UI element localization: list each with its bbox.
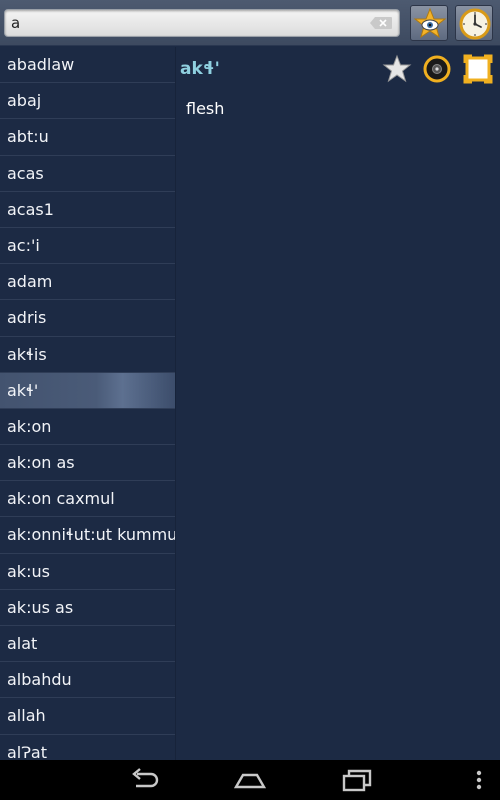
system-nav-bar: [0, 760, 500, 800]
list-item[interactable]: acas: [0, 156, 175, 192]
list-item[interactable]: alɁat: [0, 735, 175, 760]
list-item[interactable]: abadlaw: [0, 47, 175, 84]
list-item[interactable]: adam: [0, 264, 175, 301]
top-bar: [0, 0, 500, 46]
back-icon[interactable]: [127, 766, 161, 794]
list-item[interactable]: ak:on: [0, 409, 175, 446]
list-item[interactable]: ac:'i: [0, 228, 175, 265]
list-item[interactable]: ak:us as: [0, 590, 175, 626]
list-item[interactable]: ak:onniɬut:ut kummul: [0, 517, 175, 554]
list-item[interactable]: allah: [0, 698, 175, 735]
home-icon[interactable]: [233, 766, 267, 794]
clear-search-icon[interactable]: [369, 16, 393, 30]
word-list[interactable]: abadlaw abaj abt:u acas acas1 ac:'i adam…: [0, 47, 175, 760]
list-item-selected[interactable]: akɬ': [0, 372, 175, 409]
search-input[interactable]: [5, 10, 365, 36]
star-icon[interactable]: [382, 54, 412, 84]
speaker-icon[interactable]: [422, 54, 452, 84]
favorites-button[interactable]: [410, 5, 448, 41]
fullscreen-icon[interactable]: [463, 54, 493, 84]
star-eye-icon: [413, 7, 447, 39]
search-box[interactable]: [4, 9, 400, 37]
recents-icon[interactable]: [340, 766, 374, 794]
list-item[interactable]: ak:on as: [0, 445, 175, 482]
list-item[interactable]: ak:us: [0, 554, 175, 590]
entry-definition: flesh: [186, 99, 225, 118]
list-item[interactable]: adris: [0, 300, 175, 337]
list-item[interactable]: alat: [0, 626, 175, 663]
list-item[interactable]: akɬis: [0, 337, 175, 373]
history-button[interactable]: [455, 5, 493, 41]
list-item[interactable]: albahdu: [0, 662, 175, 699]
clock-icon: [459, 8, 491, 40]
entry-headword: akɬ': [180, 59, 220, 79]
overflow-menu-icon[interactable]: [462, 766, 496, 794]
pane-divider: [175, 47, 176, 760]
list-item[interactable]: abaj: [0, 83, 175, 120]
list-item[interactable]: ak:on caxmul: [0, 481, 175, 518]
list-item[interactable]: abt:u: [0, 119, 175, 156]
list-item[interactable]: acas1: [0, 192, 175, 228]
